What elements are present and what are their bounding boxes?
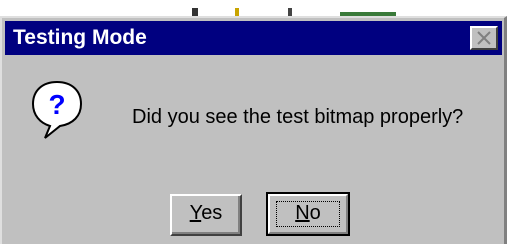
dialog-title: Testing Mode: [13, 26, 147, 49]
yes-mnemonic: Y: [189, 202, 202, 224]
no-mnemonic: N: [295, 202, 310, 224]
title-bar[interactable]: Testing Mode: [5, 21, 502, 55]
background-window-strip: [0, 0, 507, 16]
testing-mode-dialog: Testing Mode ? Did you see the test bitm…: [0, 16, 507, 244]
no-label: o: [309, 202, 321, 224]
close-icon: [477, 31, 491, 45]
no-button[interactable]: No: [266, 192, 350, 236]
question-icon: ?: [31, 80, 83, 139]
svg-text:?: ?: [48, 89, 65, 120]
yes-button[interactable]: Yes: [170, 194, 242, 236]
close-button[interactable]: [470, 26, 498, 50]
yes-label: es: [201, 202, 223, 224]
no-button-focus-rect: No: [276, 201, 340, 227]
dialog-message: Did you see the test bitmap properly?: [132, 106, 464, 128]
